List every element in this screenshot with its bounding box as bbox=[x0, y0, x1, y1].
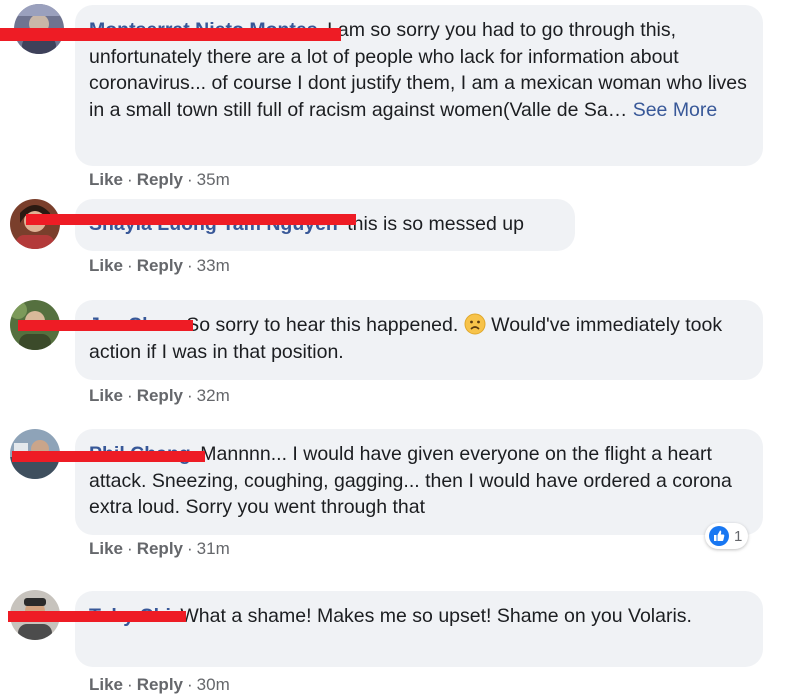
comment-actions: Like · Reply · 31m bbox=[89, 539, 230, 558]
comment-actions: Like · Reply · 33m bbox=[89, 256, 230, 275]
comment-text-part: So sorry to hear this happened. bbox=[186, 314, 459, 336]
comment-actions: Like · Reply · 30m bbox=[89, 675, 230, 694]
sad-face-emoji-icon bbox=[464, 313, 486, 335]
comment-timestamp[interactable]: 31m bbox=[197, 539, 230, 558]
comment-timestamp[interactable]: 30m bbox=[197, 675, 230, 694]
redaction-bar bbox=[26, 214, 356, 225]
comment-timestamp[interactable]: 32m bbox=[197, 386, 230, 405]
comment-bubble: Toby Chi What a shame! Makes me so upset… bbox=[75, 591, 763, 667]
see-more-link[interactable]: See More bbox=[633, 99, 718, 121]
redaction-bar bbox=[8, 611, 186, 622]
like-button[interactable]: Like bbox=[89, 675, 123, 694]
reply-button[interactable]: Reply bbox=[137, 675, 183, 694]
comment-timestamp[interactable]: 35m bbox=[197, 170, 230, 189]
comment-timestamp[interactable]: 33m bbox=[197, 256, 230, 275]
reply-button[interactable]: Reply bbox=[137, 256, 183, 275]
comment-text: What a shame! Makes me so upset! Shame o… bbox=[180, 605, 692, 627]
like-button[interactable]: Like bbox=[89, 386, 123, 405]
redaction-bar bbox=[18, 320, 193, 331]
comment-actions: Like · Reply · 32m bbox=[89, 386, 230, 405]
like-button[interactable]: Like bbox=[89, 170, 123, 189]
reaction-count: 1 bbox=[734, 527, 743, 545]
reply-button[interactable]: Reply bbox=[137, 170, 183, 189]
redaction-bar bbox=[12, 451, 205, 462]
like-thumb-icon bbox=[708, 525, 730, 547]
comment-bubble: Shayla Luong Tam Nguyen this is so messe… bbox=[75, 199, 575, 251]
reply-button[interactable]: Reply bbox=[137, 386, 183, 405]
reply-button[interactable]: Reply bbox=[137, 539, 183, 558]
like-button[interactable]: Like bbox=[89, 256, 123, 275]
comment-text: this is so messed up bbox=[347, 213, 524, 235]
comment-actions: Like · Reply · 35m bbox=[89, 170, 230, 189]
comment-bubble: Phil Chang Mannnn... I would have given … bbox=[75, 429, 763, 535]
redaction-bar bbox=[0, 28, 341, 41]
reaction-count-badge[interactable]: 1 bbox=[705, 523, 749, 549]
comment-bubble: Joe Chen So sorry to hear this happened.… bbox=[75, 300, 763, 380]
like-button[interactable]: Like bbox=[89, 539, 123, 558]
